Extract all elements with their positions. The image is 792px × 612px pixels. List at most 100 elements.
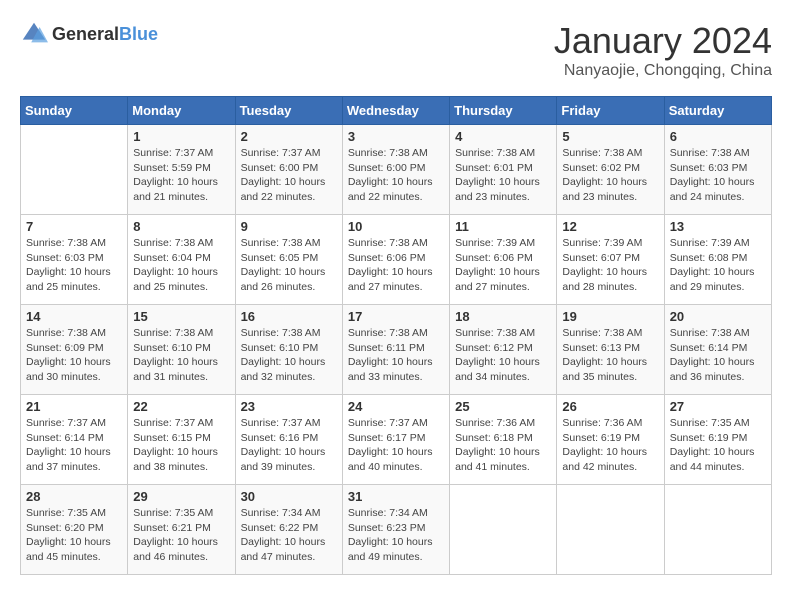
calendar-cell: 19 Sunrise: 7:38 AMSunset: 6:13 PMDayligh…	[557, 305, 664, 395]
day-info: Sunrise: 7:37 AMSunset: 6:17 PMDaylight:…	[348, 416, 444, 475]
logo-general: General	[52, 24, 119, 44]
day-number: 19	[562, 309, 658, 324]
calendar-cell: 10 Sunrise: 7:38 AMSunset: 6:06 PMDayligh…	[342, 215, 449, 305]
day-number: 23	[241, 399, 337, 414]
calendar-cell: 12 Sunrise: 7:39 AMSunset: 6:07 PMDayligh…	[557, 215, 664, 305]
day-number: 30	[241, 489, 337, 504]
day-number: 21	[26, 399, 122, 414]
day-number: 10	[348, 219, 444, 234]
calendar-week-row: 7Sunrise: 7:38 AMSunset: 6:03 PMDaylight…	[21, 215, 772, 305]
header-day-monday: Monday	[128, 97, 235, 125]
day-number: 5	[562, 129, 658, 144]
day-info: Sunrise: 7:38 AMSunset: 6:10 PMDaylight:…	[133, 326, 229, 385]
calendar-cell: 28 Sunrise: 7:35 AMSunset: 6:20 PMDayligh…	[21, 485, 128, 575]
calendar-cell: 18Sunrise: 7:38 AMSunset: 6:12 PMDayligh…	[450, 305, 557, 395]
header-day-thursday: Thursday	[450, 97, 557, 125]
day-info: Sunrise: 7:36 AMSunset: 6:19 PMDaylight:…	[562, 416, 658, 475]
day-number: 13	[670, 219, 766, 234]
calendar-cell: 7Sunrise: 7:38 AMSunset: 6:03 PMDaylight…	[21, 215, 128, 305]
calendar-cell: 29 Sunrise: 7:35 AMSunset: 6:21 PMDayligh…	[128, 485, 235, 575]
logo-icon	[20, 20, 48, 48]
day-info: Sunrise: 7:38 AMSunset: 6:00 PMDaylight:…	[348, 146, 444, 205]
calendar-week-row: 14 Sunrise: 7:38 AMSunset: 6:09 PMDayligh…	[21, 305, 772, 395]
calendar-cell: 16 Sunrise: 7:38 AMSunset: 6:10 PMDayligh…	[235, 305, 342, 395]
day-info: Sunrise: 7:38 AMSunset: 6:06 PMDaylight:…	[348, 236, 444, 295]
day-info: Sunrise: 7:37 AMSunset: 5:59 PMDaylight:…	[133, 146, 229, 205]
calendar-week-row: 1 Sunrise: 7:37 AMSunset: 5:59 PMDaylight…	[21, 125, 772, 215]
day-info: Sunrise: 7:37 AMSunset: 6:15 PMDaylight:…	[133, 416, 229, 475]
day-info: Sunrise: 7:34 AMSunset: 6:22 PMDaylight:…	[241, 506, 337, 565]
logo: GeneralBlue	[20, 20, 158, 48]
day-number: 16	[241, 309, 337, 324]
header-day-sunday: Sunday	[21, 97, 128, 125]
calendar-cell	[450, 485, 557, 575]
day-number: 6	[670, 129, 766, 144]
page-header: GeneralBlue January 2024 Nanyaojie, Chon…	[20, 20, 772, 80]
day-number: 2	[241, 129, 337, 144]
day-info: Sunrise: 7:38 AMSunset: 6:14 PMDaylight:…	[670, 326, 766, 385]
calendar-cell: 22 Sunrise: 7:37 AMSunset: 6:15 PMDayligh…	[128, 395, 235, 485]
day-number: 28	[26, 489, 122, 504]
day-number: 22	[133, 399, 229, 414]
day-number: 18	[455, 309, 551, 324]
calendar-week-row: 21 Sunrise: 7:37 AMSunset: 6:14 PMDayligh…	[21, 395, 772, 485]
calendar-week-row: 28 Sunrise: 7:35 AMSunset: 6:20 PMDayligh…	[21, 485, 772, 575]
day-info: Sunrise: 7:34 AMSunset: 6:23 PMDaylight:…	[348, 506, 444, 565]
calendar-cell: 15Sunrise: 7:38 AMSunset: 6:10 PMDayligh…	[128, 305, 235, 395]
calendar-cell: 30 Sunrise: 7:34 AMSunset: 6:22 PMDayligh…	[235, 485, 342, 575]
day-number: 24	[348, 399, 444, 414]
day-number: 25	[455, 399, 551, 414]
day-info: Sunrise: 7:39 AMSunset: 6:07 PMDaylight:…	[562, 236, 658, 295]
day-info: Sunrise: 7:38 AMSunset: 6:09 PMDaylight:…	[26, 326, 122, 385]
calendar-cell: 26 Sunrise: 7:36 AMSunset: 6:19 PMDayligh…	[557, 395, 664, 485]
day-number: 31	[348, 489, 444, 504]
day-info: Sunrise: 7:38 AMSunset: 6:01 PMDaylight:…	[455, 146, 551, 205]
day-number: 29	[133, 489, 229, 504]
day-number: 4	[455, 129, 551, 144]
header-day-saturday: Saturday	[664, 97, 771, 125]
day-number: 8	[133, 219, 229, 234]
header-day-wednesday: Wednesday	[342, 97, 449, 125]
calendar-cell: 27 Sunrise: 7:35 AMSunset: 6:19 PMDayligh…	[664, 395, 771, 485]
day-info: Sunrise: 7:37 AMSunset: 6:14 PMDaylight:…	[26, 416, 122, 475]
day-number: 27	[670, 399, 766, 414]
day-info: Sunrise: 7:37 AMSunset: 6:00 PMDaylight:…	[241, 146, 337, 205]
calendar-cell: 24 Sunrise: 7:37 AMSunset: 6:17 PMDayligh…	[342, 395, 449, 485]
day-info: Sunrise: 7:35 AMSunset: 6:21 PMDaylight:…	[133, 506, 229, 565]
calendar-cell: 11Sunrise: 7:39 AMSunset: 6:06 PMDayligh…	[450, 215, 557, 305]
day-info: Sunrise: 7:38 AMSunset: 6:02 PMDaylight:…	[562, 146, 658, 205]
day-number: 17	[348, 309, 444, 324]
calendar-cell	[664, 485, 771, 575]
logo-text: GeneralBlue	[52, 24, 158, 45]
calendar-cell: 2 Sunrise: 7:37 AMSunset: 6:00 PMDaylight…	[235, 125, 342, 215]
day-info: Sunrise: 7:38 AMSunset: 6:10 PMDaylight:…	[241, 326, 337, 385]
calendar-cell: 14 Sunrise: 7:38 AMSunset: 6:09 PMDayligh…	[21, 305, 128, 395]
header-day-tuesday: Tuesday	[235, 97, 342, 125]
day-info: Sunrise: 7:38 AMSunset: 6:03 PMDaylight:…	[670, 146, 766, 205]
calendar-cell: 20 Sunrise: 7:38 AMSunset: 6:14 PMDayligh…	[664, 305, 771, 395]
calendar-cell: 25Sunrise: 7:36 AMSunset: 6:18 PMDayligh…	[450, 395, 557, 485]
logo-blue: Blue	[119, 24, 158, 44]
calendar-cell: 13Sunrise: 7:39 AMSunset: 6:08 PMDayligh…	[664, 215, 771, 305]
day-number: 1	[133, 129, 229, 144]
day-info: Sunrise: 7:35 AMSunset: 6:20 PMDaylight:…	[26, 506, 122, 565]
calendar-cell: 23Sunrise: 7:37 AMSunset: 6:16 PMDayligh…	[235, 395, 342, 485]
calendar-cell	[21, 125, 128, 215]
day-info: Sunrise: 7:38 AMSunset: 6:04 PMDaylight:…	[133, 236, 229, 295]
day-info: Sunrise: 7:38 AMSunset: 6:11 PMDaylight:…	[348, 326, 444, 385]
day-info: Sunrise: 7:39 AMSunset: 6:06 PMDaylight:…	[455, 236, 551, 295]
day-number: 12	[562, 219, 658, 234]
day-number: 20	[670, 309, 766, 324]
day-info: Sunrise: 7:38 AMSunset: 6:13 PMDaylight:…	[562, 326, 658, 385]
calendar-cell: 5 Sunrise: 7:38 AMSunset: 6:02 PMDaylight…	[557, 125, 664, 215]
calendar-cell: 31 Sunrise: 7:34 AMSunset: 6:23 PMDayligh…	[342, 485, 449, 575]
header-day-friday: Friday	[557, 97, 664, 125]
calendar-table: SundayMondayTuesdayWednesdayThursdayFrid…	[20, 96, 772, 575]
calendar-cell: 21 Sunrise: 7:37 AMSunset: 6:14 PMDayligh…	[21, 395, 128, 485]
day-number: 7	[26, 219, 122, 234]
day-info: Sunrise: 7:35 AMSunset: 6:19 PMDaylight:…	[670, 416, 766, 475]
calendar-cell: 17 Sunrise: 7:38 AMSunset: 6:11 PMDayligh…	[342, 305, 449, 395]
day-number: 26	[562, 399, 658, 414]
calendar-cell	[557, 485, 664, 575]
day-number: 14	[26, 309, 122, 324]
